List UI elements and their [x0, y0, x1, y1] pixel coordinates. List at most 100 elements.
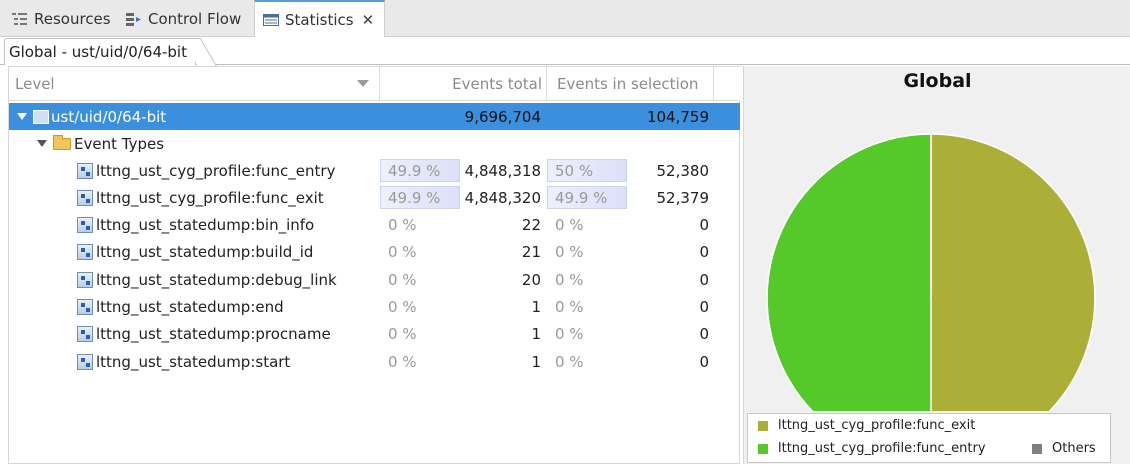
pie-slice-0[interactable] — [930, 133, 1096, 411]
events-selection-value: 0 — [699, 216, 709, 235]
events-total-value: 4,848,318 — [464, 161, 541, 180]
statistics-icon — [263, 13, 279, 27]
total-percent: 49.9 % — [388, 188, 441, 207]
legend-item: lttng_ust_cyg_profile:func_exit — [758, 418, 975, 433]
legend-label: lttng_ust_cyg_profile:func_exit — [778, 418, 976, 433]
tab-statistics[interactable]: Statistics ✕ — [254, 0, 385, 37]
event-name: lttng_ust_statedump:build_id — [96, 243, 314, 262]
resources-icon — [12, 12, 28, 26]
column-header-level[interactable]: Level — [9, 67, 380, 101]
column-header-filler — [714, 67, 740, 101]
chart-legend: lttng_ust_cyg_profile:func_exit lttng_ust… — [747, 413, 1111, 463]
chart-title: Global — [903, 70, 972, 92]
expand-arrow-icon[interactable] — [17, 113, 27, 120]
subtab-global[interactable]: Global - ust/uid/0/64-bit — [4, 38, 196, 65]
events-selection-value: 0 — [699, 352, 709, 371]
tree-cell-name: lttng_ust_cyg_profile:func_exit — [9, 184, 380, 211]
events-selection-value: 52,379 — [656, 188, 710, 207]
subtab-row: Global - ust/uid/0/64-bit — [0, 38, 1130, 65]
tree-cell-name: Event Types — [9, 130, 380, 157]
column-header-events-total[interactable]: Events total — [380, 67, 547, 101]
selection-percent: 0 % — [555, 325, 584, 344]
tree-row-event-types[interactable]: Event Types — [9, 130, 740, 157]
close-icon[interactable]: ✕ — [362, 11, 375, 29]
events-total-value: 1 — [531, 325, 541, 344]
expand-arrow-icon[interactable] — [37, 140, 47, 147]
pie-chart — [766, 133, 1096, 411]
table-row[interactable]: lttng_ust_statedump:bin_info 0 % 22 0 % 0 — [9, 212, 740, 239]
tree-cell-name: lttng_ust_statedump:bin_info — [9, 212, 380, 239]
events-total-value: 1 — [531, 352, 541, 371]
table-row[interactable]: lttng_ust_statedump:debug_link 0 % 20 0 % 0 — [9, 266, 740, 293]
tab-control-flow[interactable]: Control Flow — [126, 0, 241, 37]
column-header-label: Events total — [452, 74, 542, 93]
event-name: lttng_ust_statedump:procname — [96, 325, 331, 344]
tree-cell-name: lttng_ust_statedump:debug_link — [9, 266, 380, 293]
events-selection-value: 0 — [699, 270, 709, 289]
selection-percent: 0 % — [555, 270, 584, 289]
selection-percent: 50 % — [555, 161, 594, 180]
event-type-icon — [77, 326, 93, 343]
events-total-value: 9,696,704 — [464, 107, 541, 126]
total-percent: 0 % — [388, 325, 417, 344]
tree-cell-name: lttng_ust_statedump:procname — [9, 321, 380, 348]
legend-swatch — [1032, 443, 1042, 454]
tree-cell-name: lttng_ust_cyg_profile:func_entry — [9, 157, 380, 184]
table-row[interactable]: lttng_ust_statedump:build_id 0 % 21 0 % 0 — [9, 239, 740, 266]
event-type-icon — [77, 299, 93, 315]
table-row[interactable]: lttng_ust_statedump:procname 0 % 1 0 % 0 — [9, 321, 740, 348]
column-header-events-selection[interactable]: Events in selection — [547, 67, 714, 101]
selection-percent: 0 % — [555, 243, 584, 262]
event-name: lttng_ust_statedump:debug_link — [96, 270, 337, 289]
total-percent: 0 % — [388, 352, 417, 371]
events-total-value: 20 — [521, 270, 541, 289]
legend-label: Others — [1052, 441, 1096, 456]
event-type-icon — [77, 353, 93, 370]
legend-item: Others — [1032, 441, 1096, 456]
total-percent: 0 % — [388, 243, 417, 262]
subtab-label: Global - ust/uid/0/64-bit — [9, 43, 187, 61]
total-percent: 0 % — [388, 298, 417, 316]
events-selection-value: 52,380 — [656, 161, 710, 180]
process-icon — [33, 109, 49, 124]
selection-percent: 0 % — [555, 298, 584, 316]
events-selection-value: 0 — [699, 243, 709, 262]
column-header-label: Level — [15, 74, 55, 93]
tree-cell-name: ust/uid/0/64-bit — [9, 103, 380, 130]
tree-cell-name: lttng_ust_statedump:build_id — [9, 239, 380, 266]
events-selection-value: 0 — [699, 325, 709, 344]
table-row[interactable]: lttng_ust_statedump:start 0 % 1 0 % 0 — [9, 348, 740, 375]
selection-percent: 49.9 % — [555, 188, 608, 207]
total-percent: 49.9 % — [388, 161, 441, 180]
tree-row-root[interactable]: ust/uid/0/64-bit 9,696,704 104,759 — [9, 103, 740, 130]
folder-icon — [53, 134, 71, 150]
statistics-tree-table: Level Events total Events in selection u… — [8, 66, 740, 464]
total-percent: 0 % — [388, 270, 417, 289]
pie-slice-1[interactable] — [766, 133, 932, 411]
tab-label: Control Flow — [148, 9, 242, 28]
selection-percent: 0 % — [555, 216, 584, 235]
total-percent: 0 % — [388, 216, 417, 235]
events-total-value: 4,848,320 — [464, 188, 541, 207]
events-selection-value: 104,759 — [646, 107, 709, 126]
control-flow-icon — [126, 12, 142, 26]
events-selection-value: 0 — [699, 298, 709, 316]
tree-cell-name: lttng_ust_statedump:end — [9, 294, 380, 321]
tree-row-label: ust/uid/0/64-bit — [51, 107, 167, 126]
table-row[interactable]: lttng_ust_cyg_profile:func_entry 49.9 % 4,… — [9, 157, 740, 184]
view-tab-bar: Resources Control Flow Statistics ✕ — [0, 0, 1130, 37]
event-type-icon — [77, 162, 93, 179]
events-total-value: 21 — [521, 243, 541, 262]
table-row[interactable]: lttng_ust_statedump:end 0 % 1 0 % 0 — [9, 294, 740, 321]
events-total-value: 22 — [521, 216, 541, 235]
event-name: lttng_ust_statedump:end — [96, 298, 284, 316]
legend-label: lttng_ust_cyg_profile:func_entry — [778, 441, 986, 456]
event-type-icon — [77, 244, 93, 261]
legend-item: lttng_ust_cyg_profile:func_entry — [758, 441, 986, 456]
event-type-icon — [77, 189, 93, 206]
selection-percent: 0 % — [555, 352, 584, 371]
table-row[interactable]: lttng_ust_cyg_profile:func_exit 49.9 % 4,8… — [9, 184, 740, 211]
tab-resources[interactable]: Resources — [12, 0, 111, 37]
event-name: lttng_ust_cyg_profile:func_entry — [96, 161, 336, 180]
column-header-label: Events in selection — [557, 74, 699, 93]
